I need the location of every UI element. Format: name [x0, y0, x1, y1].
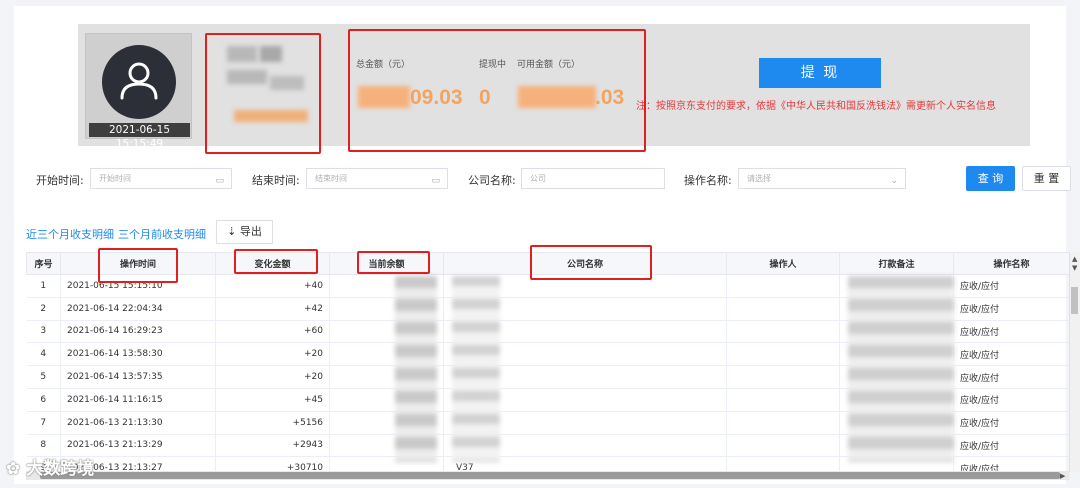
- annotation-box-balance-header: [357, 251, 430, 274]
- cell-time: 2021-06-13 21:13:30: [60, 411, 216, 435]
- end-time-label: 结束时间:: [252, 174, 300, 187]
- chevron-down-icon: ⌄: [890, 176, 898, 186]
- vertical-scroll-thumb[interactable]: [1071, 287, 1078, 314]
- watermark: ✿ 大数跨境: [6, 454, 94, 479]
- cell-change: +40: [215, 274, 330, 298]
- cell-change: +20: [215, 342, 330, 367]
- watermark-text: 大数跨境: [26, 459, 95, 479]
- cell-operator: [726, 297, 840, 321]
- company-name-input[interactable]: 公司: [521, 168, 665, 189]
- cell-change: +2943: [215, 434, 330, 458]
- cell-change: +20: [215, 365, 330, 389]
- export-label: 导出: [239, 225, 262, 238]
- column-header-operator[interactable]: 操作人: [726, 252, 840, 275]
- realname-notice: 注：按照京东支付的要求，依据《中华人民共和国反洗钱法》需更新个人实名信息: [636, 101, 996, 112]
- cell-action: 应收/应付: [953, 320, 1070, 344]
- cell-operator: [726, 342, 840, 367]
- cell-seq: 5: [26, 365, 61, 389]
- start-time-input[interactable]: 开始时间 ▭: [90, 168, 232, 189]
- cell-change: +5156: [215, 411, 330, 435]
- scroll-up-icon[interactable]: ▲: [1072, 255, 1077, 263]
- end-time-placeholder: 结束时间: [315, 174, 347, 183]
- end-time-input[interactable]: 结束时间 ▭: [306, 168, 448, 189]
- cell-seq: 3: [26, 320, 61, 344]
- cell-seq: 4: [26, 342, 61, 367]
- annotation-box-time-header: [98, 248, 178, 283]
- cell-change: +45: [215, 388, 330, 412]
- cell-operator: [726, 388, 840, 412]
- scroll-right-icon[interactable]: ▶: [1060, 472, 1065, 480]
- cell-change: +42: [215, 297, 330, 321]
- start-time-placeholder: 开始时间: [99, 174, 131, 183]
- cell-seq: 6: [26, 388, 61, 412]
- cell-time: 2021-06-14 11:16:15: [60, 388, 216, 412]
- horizontal-scroll-thumb[interactable]: [40, 472, 1060, 479]
- cell-time: 2021-06-14 22:04:34: [60, 297, 216, 321]
- column-header-seq: 序号: [26, 252, 61, 275]
- cell-action: 应收/应付: [953, 434, 1070, 458]
- annotation-box-balance: [348, 29, 646, 152]
- calendar-icon: ▭: [215, 176, 224, 186]
- cell-change: +60: [215, 320, 330, 344]
- watermark-icon: ✿: [6, 459, 21, 479]
- action-name-label: 操作名称:: [684, 174, 732, 187]
- cell-action: 应收/应付: [953, 297, 1070, 321]
- reset-button[interactable]: 重 置: [1022, 166, 1071, 191]
- cell-operator: [726, 434, 840, 458]
- avatar-card: 2021-06-15 15:15:49: [85, 33, 192, 150]
- action-name-select[interactable]: 请选择 ⌄: [738, 168, 906, 189]
- action-name-placeholder: 请选择: [747, 174, 771, 183]
- vertical-scrollbar[interactable]: [1069, 252, 1080, 472]
- cell-action: 应收/应付: [953, 388, 1070, 412]
- cell-seq: 1: [26, 274, 61, 298]
- cell-seq: 7: [26, 411, 61, 435]
- older-than-three-months-link[interactable]: 三个月前收支明细: [118, 226, 206, 242]
- cell-time: 2021-06-14 13:57:35: [60, 365, 216, 389]
- company-name-placeholder: 公司: [530, 174, 546, 183]
- cell-action: 应收/应付: [953, 274, 1070, 298]
- cell-operator: [726, 411, 840, 435]
- calendar-icon: ▭: [431, 176, 440, 186]
- user-avatar-icon[interactable]: [102, 45, 176, 119]
- annotation-box-company-header: [530, 245, 652, 280]
- cell-operator: [726, 274, 840, 298]
- column-header-remark[interactable]: 打款备注: [839, 252, 954, 275]
- cell-action: 应收/应付: [953, 411, 1070, 435]
- cell-time: 2021-06-14 16:29:23: [60, 320, 216, 344]
- company-name-label: 公司名称:: [468, 174, 516, 187]
- query-button[interactable]: 查 询: [966, 166, 1015, 191]
- annotation-box-change-header: [234, 249, 318, 274]
- withdraw-button[interactable]: 提 现: [759, 58, 881, 88]
- column-header-action[interactable]: 操作名称: [953, 252, 1070, 275]
- cell-operator: [726, 365, 840, 389]
- cell-seq: 2: [26, 297, 61, 321]
- cell-time: 2021-06-14 13:58:30: [60, 342, 216, 367]
- start-time-label: 开始时间:: [36, 174, 84, 187]
- annotation-box-user-info: [205, 33, 321, 154]
- scroll-down-icon[interactable]: ▼: [1072, 264, 1077, 272]
- cell-action: 应收/应付: [953, 342, 1070, 367]
- recent-three-months-link[interactable]: 近三个月收支明细: [26, 226, 114, 242]
- cell-action: 应收/应付: [953, 365, 1070, 389]
- export-icon: ⇣: [227, 225, 237, 238]
- avatar-timestamp: 2021-06-15 15:15:49: [89, 123, 190, 150]
- export-button[interactable]: ⇣ 导出: [216, 220, 273, 244]
- cell-operator: [726, 320, 840, 344]
